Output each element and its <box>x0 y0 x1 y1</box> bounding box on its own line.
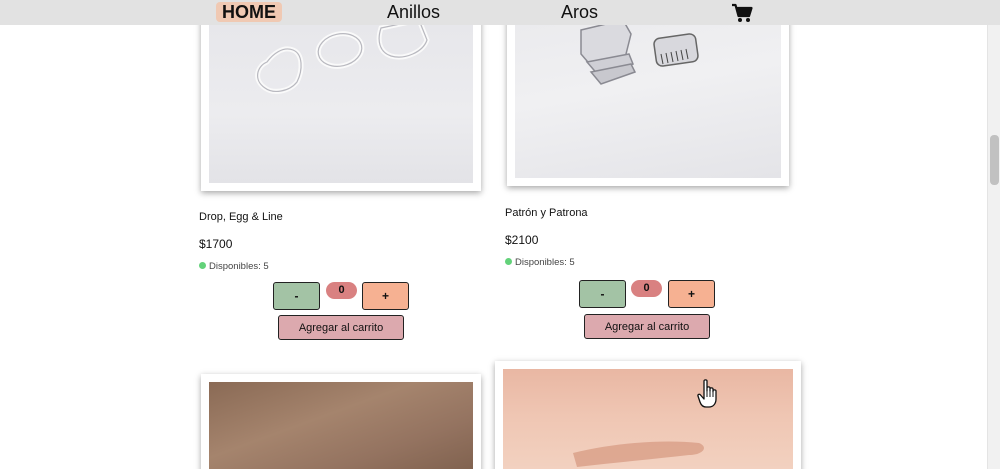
scrollbar-thumb[interactable] <box>990 135 999 185</box>
page-scrollbar[interactable] <box>987 25 1000 469</box>
hand-pointer-cursor-icon <box>697 379 717 408</box>
product-name-2: Patrón y Patrona <box>505 207 588 219</box>
nav-aros-link[interactable]: Aros <box>561 0 598 25</box>
nav-anillos-link[interactable]: Anillos <box>387 0 440 25</box>
add-to-cart-button-2[interactable]: Agregar al carrito <box>584 314 710 339</box>
increase-quantity-button-2[interactable]: + <box>668 280 715 308</box>
add-to-cart-button-1[interactable]: Agregar al carrito <box>278 315 404 340</box>
increase-quantity-button-1[interactable]: + <box>362 282 409 310</box>
quantity-badge-2: 0 <box>631 280 662 297</box>
top-navbar: HOME Anillos Aros <box>0 0 1000 25</box>
stock-status-1: Disponibles: 5 <box>199 261 269 272</box>
product-image-frame-4[interactable] <box>495 361 801 469</box>
product-name-1: Drop, Egg & Line <box>199 211 283 223</box>
product-image-frame-1[interactable] <box>201 10 481 191</box>
product-image-frame-3[interactable] <box>201 374 481 469</box>
stock-label-1: Disponibles: 5 <box>209 261 269 272</box>
shopping-cart-icon[interactable] <box>731 3 753 23</box>
product-photo-3 <box>209 382 473 469</box>
nav-home-link[interactable]: HOME <box>216 2 282 22</box>
stock-available-dot <box>505 258 512 265</box>
product-price-1: $1700 <box>199 237 233 251</box>
stock-available-dot <box>199 262 206 269</box>
product-price-2: $2100 <box>505 233 539 247</box>
product-photo-rings-1 <box>209 10 473 183</box>
product-image-frame-2[interactable] <box>507 10 789 186</box>
stock-status-2: Disponibles: 5 <box>505 257 575 268</box>
product-photo-rings-2 <box>515 10 781 178</box>
product-photo-4 <box>503 369 793 469</box>
stock-label-2: Disponibles: 5 <box>515 257 575 268</box>
decrease-quantity-button-2[interactable]: - <box>579 280 626 308</box>
quantity-badge-1: 0 <box>326 282 357 299</box>
decrease-quantity-button-1[interactable]: - <box>273 282 320 310</box>
